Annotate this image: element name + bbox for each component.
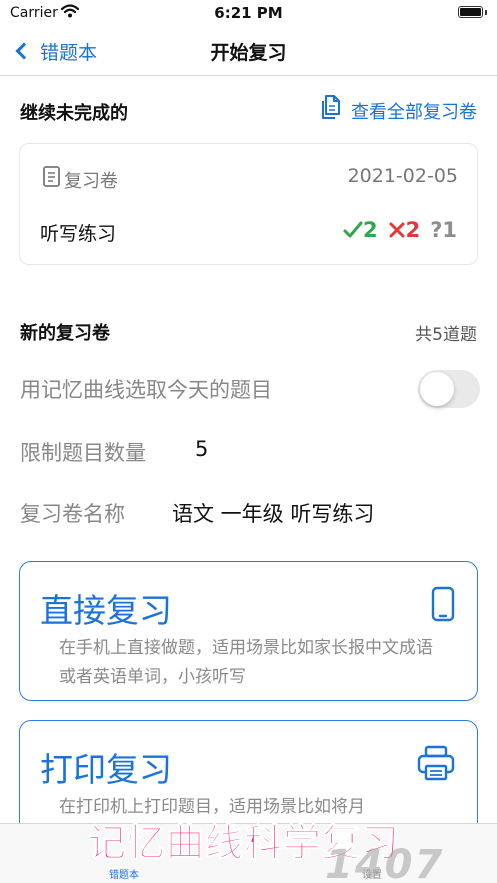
print-review-title: 打印复习	[40, 750, 172, 789]
card-doc-label: 复习卷	[64, 170, 118, 192]
card-doc-type: 复习卷	[42, 166, 118, 193]
wrong-count: 2	[388, 218, 421, 242]
memory-curve-label: 用记忆曲线选取今天的题目	[20, 378, 272, 402]
question-mark-icon: ?	[430, 218, 443, 242]
card-date: 2021-02-05	[347, 165, 458, 187]
navigation-bar: 错题本 开始复习	[0, 28, 497, 76]
status-bar: Carrier 6:21 PM	[0, 0, 497, 28]
printer-icon	[417, 745, 455, 785]
unknown-count: ? 1	[430, 218, 457, 242]
page-title: 开始复习	[210, 42, 287, 64]
card-stats: 2 2 ? 1	[333, 218, 457, 242]
limit-count-label: 限制题目数量	[20, 441, 146, 465]
unknown-count-value: 1	[442, 218, 457, 242]
phone-icon	[431, 586, 455, 626]
unfinished-review-card[interactable]: 复习卷 2021-02-05 听写练习 2 2 ? 1	[19, 143, 478, 265]
new-section-heading: 新的复习卷	[20, 323, 110, 344]
wrong-count-value: 2	[405, 218, 421, 242]
watermark-logo: 1407	[325, 842, 445, 883]
paper-name-field[interactable]: 语文 一年级 听写练习	[172, 498, 374, 528]
memory-curve-toggle[interactable]	[418, 370, 480, 408]
direct-review-title: 直接复习	[40, 591, 172, 630]
direct-review-button[interactable]: 直接复习 在手机上直接做题，适用场景比如家长报中文成语或者英语单词，小孩听写	[19, 561, 478, 701]
tab-wrongbook-label: 错题本	[109, 870, 139, 881]
battery-icon	[458, 6, 483, 18]
correct-count: 2	[343, 218, 378, 242]
view-all-button[interactable]: 查看全部复习卷	[319, 95, 477, 126]
checkmark-icon	[343, 221, 363, 238]
view-all-label: 查看全部复习卷	[351, 101, 477, 123]
question-total: 共5道题	[415, 325, 477, 345]
limit-count-field[interactable]: 5	[195, 437, 208, 461]
copy-documents-icon	[319, 95, 351, 126]
continue-section-heading: 继续未完成的	[20, 103, 128, 124]
battery-cap	[485, 10, 487, 15]
cross-icon	[389, 222, 405, 238]
status-time: 6:21 PM	[214, 4, 283, 22]
toggle-knob	[420, 372, 454, 406]
correct-count-value: 2	[362, 218, 378, 242]
paper-name-label: 复习卷名称	[20, 502, 125, 526]
card-name: 听写练习	[40, 223, 117, 245]
document-icon	[42, 166, 64, 193]
direct-review-description: 在手机上直接做题，适用场景比如家长报中文成语或者英语单词，小孩听写	[59, 638, 433, 687]
